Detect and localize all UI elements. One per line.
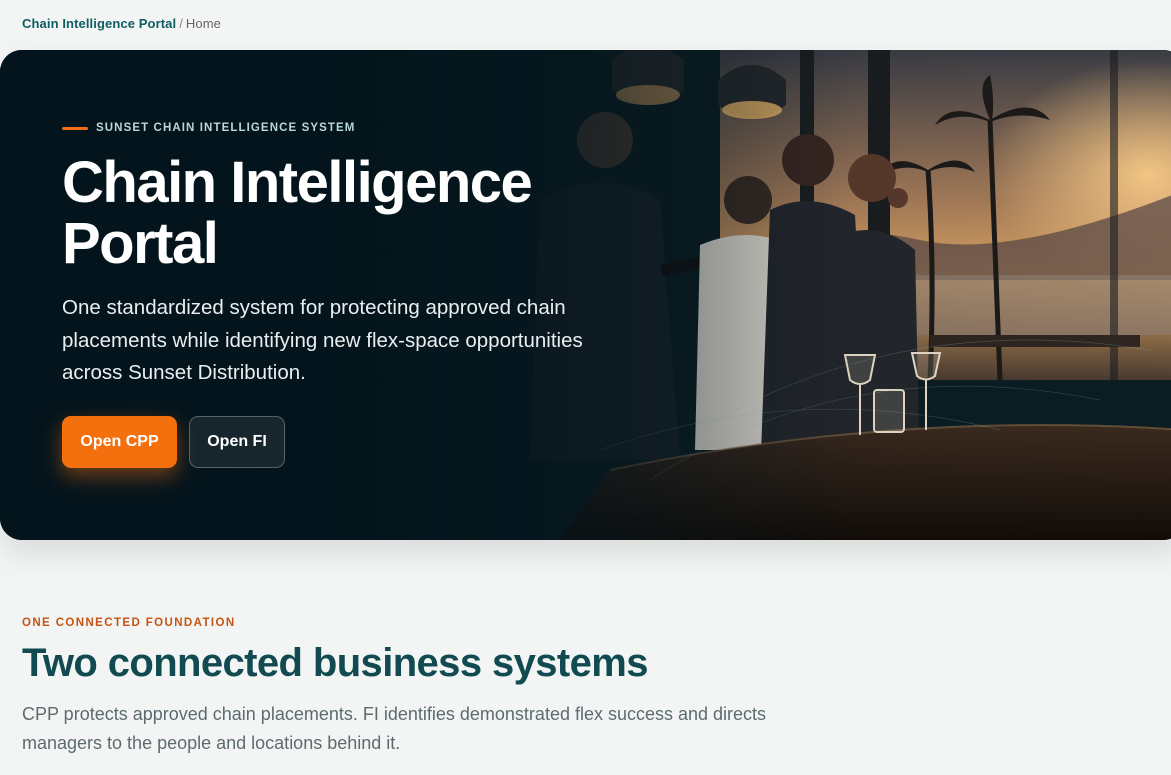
connected-foundation-section: ONE CONNECTED FOUNDATION Two connected b… (22, 617, 822, 758)
hero-title-line-2: Portal (62, 211, 219, 276)
breadcrumb-separator: / (179, 16, 183, 31)
open-fi-button[interactable]: Open FI (189, 415, 285, 468)
hero-title-line-1: Chain Intelligence (62, 150, 533, 215)
breadcrumb: Chain Intelligence Portal / Home (22, 16, 221, 31)
breadcrumb-link-portal[interactable]: Chain Intelligence Portal (22, 16, 176, 31)
hero-banner: SUNSET CHAIN INTELLIGENCE SYSTEM Chain I… (0, 50, 1171, 540)
breadcrumb-current: Home (185, 16, 221, 31)
hero-actions: Open CPP Open FI (62, 415, 622, 468)
hero-title: Chain Intelligence Portal (62, 152, 622, 274)
hero-description: One standardized system for protecting a… (62, 296, 583, 384)
hero-eyebrow-text: SUNSET CHAIN INTELLIGENCE SYSTEM (96, 122, 356, 134)
hero-eyebrow: SUNSET CHAIN INTELLIGENCE SYSTEM (62, 122, 622, 134)
section-title: Two connected business systems (22, 641, 649, 685)
eyebrow-accent-line (62, 126, 88, 130)
open-cpp-button[interactable]: Open CPP (62, 415, 177, 468)
section-description: CPP protects approved chain placements. … (22, 704, 767, 753)
hero-content: SUNSET CHAIN INTELLIGENCE SYSTEM Chain I… (62, 122, 622, 468)
section-eyebrow: ONE CONNECTED FOUNDATION (22, 617, 236, 629)
